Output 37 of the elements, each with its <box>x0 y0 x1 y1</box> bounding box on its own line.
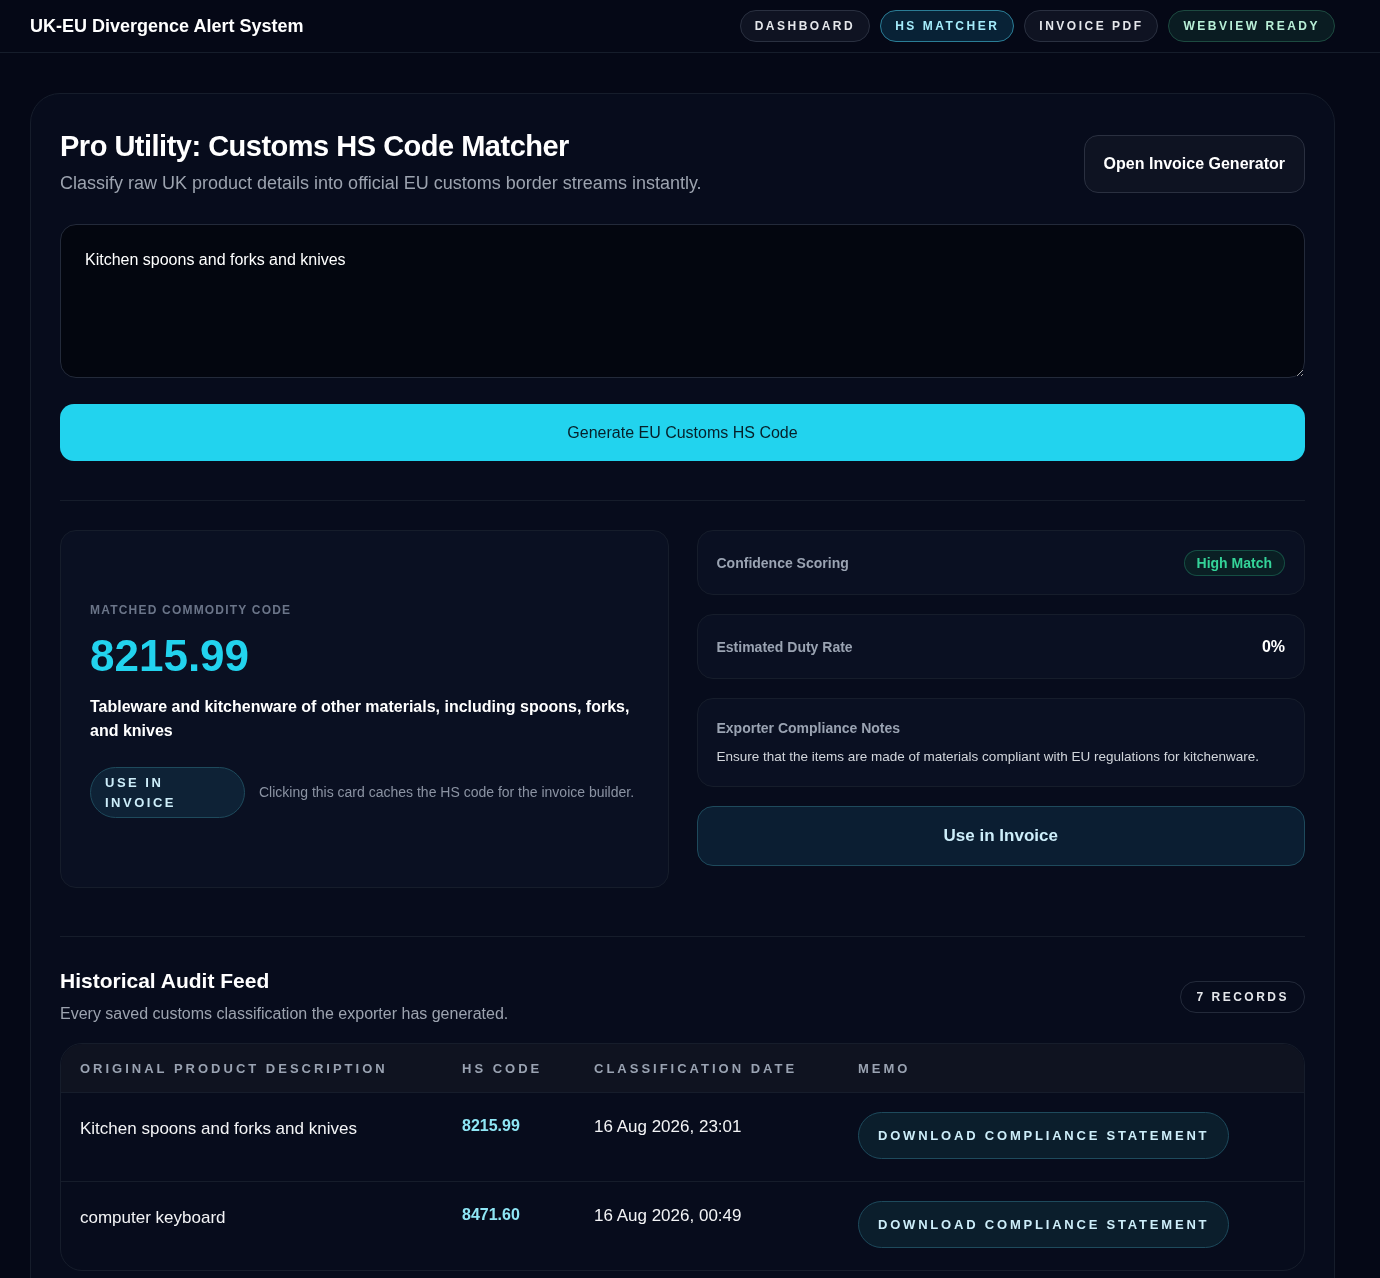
generate-button[interactable]: Generate EU Customs HS Code <box>60 404 1305 461</box>
column-header: CLASSIFICATION DATE <box>594 1060 799 1076</box>
page-title: Pro Utility: Customs HS Code Matcher <box>60 130 570 163</box>
result-label: MATCHED COMMODITY CODE <box>90 603 293 617</box>
open-invoice-generator-button[interactable]: Open Invoice Generator <box>1083 135 1305 193</box>
section-subtitle: Every saved customs classification the exporter has generated. <box>60 1005 509 1023</box>
table-cell-text: Kitchen spoons and forks and knives <box>80 1118 358 1139</box>
table-cell-text: 16 Aug 2026, 23:01 <box>594 1116 743 1137</box>
duty-label: Estimated Duty Rate <box>716 638 853 655</box>
table-cell-text: computer keyboard <box>80 1207 227 1228</box>
app-title: UK-EU Divergence Alert System <box>30 15 304 37</box>
download-button[interactable]: DOWNLOAD COMPLIANCE STATEMENT <box>858 1112 1230 1159</box>
confidence-label: Confidence Scoring <box>716 554 849 571</box>
page-subtitle: Classify raw UK product details into official EU customs border streams instantly. <box>60 173 702 194</box>
duty-value: 0% <box>1261 637 1285 656</box>
nav-tab[interactable]: DASHBOARD <box>739 10 871 42</box>
confidence-badge: High Match <box>1183 549 1285 576</box>
notes-label: Exporter Compliance Notes <box>716 720 901 736</box>
nav-tab[interactable]: HS MATCHER <box>880 10 1015 42</box>
hs-code: 8215.99 <box>90 631 251 681</box>
notes-text: Ensure that the items are made of materials compliant with EU regulations for kitchenware. <box>716 748 1260 766</box>
column-header: HS CODE <box>462 1060 544 1076</box>
table-cell-text: 16 Aug 2026, 00:49 <box>594 1205 743 1226</box>
section-title: Historical Audit Feed <box>60 969 271 993</box>
table-cell-text: 8215.99 <box>462 1116 521 1135</box>
download-button[interactable]: DOWNLOAD COMPLIANCE STATEMENT <box>858 1201 1230 1248</box>
hint-text: Clicking this card caches the HS code for the invoice builder. <box>259 783 635 802</box>
result-card[interactable]: MATCHED COMMODITY CODE 8215.99 Tableware and kitchenware of other materials, including spoons, forks, and knives USE IN INVOICE Clicking this card caches the HS code for the invoice builder. <box>60 530 669 888</box>
use-in-invoice-button[interactable]: USE IN INVOICE <box>90 767 245 818</box>
column-header: ORIGINAL PRODUCT DESCRIPTION <box>80 1060 389 1076</box>
product-description-field[interactable]: Kitchen spoons and forks and knives <box>60 224 1305 378</box>
nav-tab[interactable]: INVOICE PDF <box>1024 10 1159 42</box>
use-in-invoice-button[interactable]: Use in Invoice <box>696 806 1305 866</box>
table-cell-text: 8471.60 <box>462 1205 521 1224</box>
commodity-description: Tableware and kitchenware of other materials, including spoons, forks, and knives <box>90 697 631 741</box>
status-pill: WEBVIEW READY <box>1168 10 1335 42</box>
column-header: MEMO <box>858 1060 912 1076</box>
